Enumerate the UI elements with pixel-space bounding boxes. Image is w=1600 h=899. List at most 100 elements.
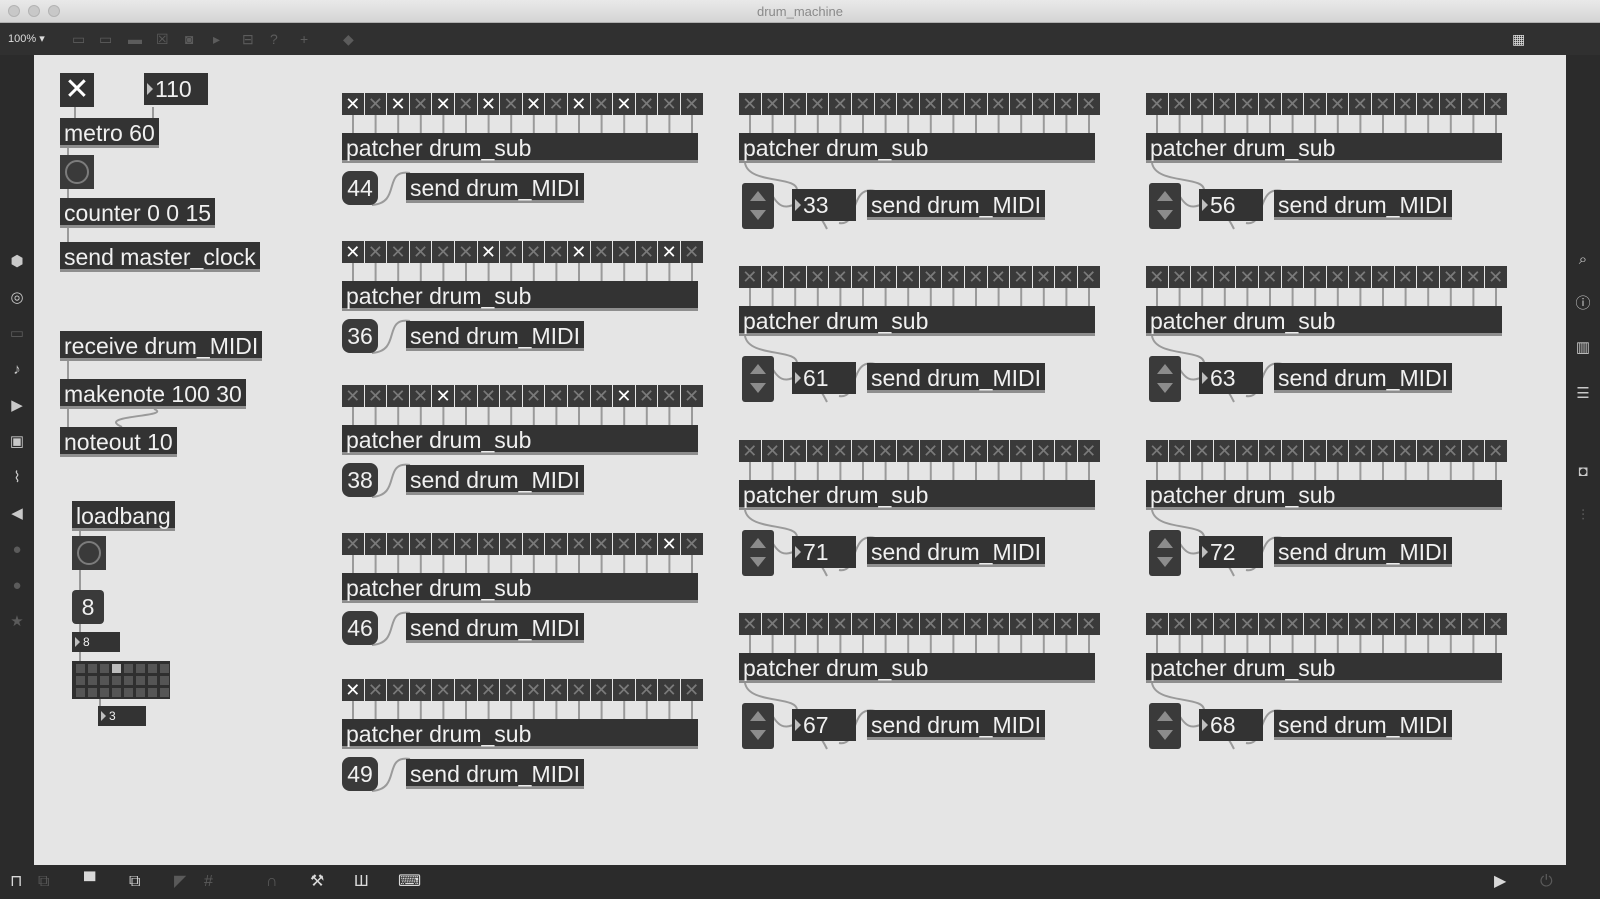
lock-icon[interactable]: ⊓	[10, 873, 22, 891]
step-toggle[interactable]: ✕	[500, 241, 522, 263]
patcher-drum-sub-object[interactable]: patcher drum_sub	[739, 480, 1095, 510]
note-stepper[interactable]	[742, 356, 774, 402]
step-toggle[interactable]: ✕	[1394, 93, 1417, 115]
step-toggle[interactable]: ✕	[1168, 266, 1191, 288]
step-toggle[interactable]: ✕	[1191, 613, 1213, 635]
number-icon[interactable]: ▸	[213, 32, 220, 46]
step-toggle[interactable]: ✕	[635, 679, 658, 701]
step-toggle[interactable]: ✕	[739, 266, 761, 288]
add-icon[interactable]: +	[300, 32, 308, 46]
matrix-cell[interactable]	[112, 688, 121, 697]
step-toggle[interactable]: ✕	[874, 93, 897, 115]
object-icon[interactable]: ▭	[99, 32, 112, 46]
step-toggle[interactable]: ✕	[851, 93, 874, 115]
step-toggle[interactable]: ✕	[1394, 440, 1417, 462]
step-toggle[interactable]: ✕	[919, 613, 942, 635]
matrix-cell[interactable]	[100, 664, 109, 673]
step-toggle[interactable]: ✕	[500, 679, 522, 701]
patcher-drum-sub-object[interactable]: patcher drum_sub	[1146, 306, 1502, 336]
step-toggle[interactable]: ✕	[545, 533, 567, 555]
step-toggle[interactable]: ✕	[1281, 440, 1304, 462]
matrix-cell[interactable]	[148, 664, 157, 673]
send-drum-midi-object[interactable]: send drum_MIDI	[406, 759, 585, 789]
send-drum-midi-object[interactable]: send drum_MIDI	[1274, 537, 1453, 567]
grid-view-icon[interactable]: ▦	[1512, 32, 1525, 46]
step-toggle[interactable]: ✕	[739, 613, 761, 635]
step-toggle[interactable]: ✕	[919, 266, 942, 288]
info-icon[interactable]: ⓘ	[1574, 295, 1592, 313]
paperclip-icon[interactable]: ⌇	[8, 469, 26, 487]
step-toggle[interactable]: ✕	[1462, 613, 1484, 635]
music-note-icon[interactable]: ♪	[8, 361, 26, 379]
stepper-down-icon[interactable]	[1157, 383, 1173, 393]
step-toggle[interactable]: ✕	[1417, 266, 1439, 288]
step-toggle[interactable]: ✕	[1326, 613, 1349, 635]
step-toggle[interactable]: ✕	[387, 679, 409, 701]
matrix-cell[interactable]	[124, 676, 133, 685]
target-icon[interactable]: ◎	[8, 289, 26, 307]
step-toggle[interactable]: ✕	[1326, 440, 1349, 462]
step-toggle[interactable]: ✕	[784, 266, 806, 288]
step-toggle[interactable]: ✕	[342, 533, 364, 555]
step-toggle[interactable]: ✕	[1326, 93, 1349, 115]
step-toggle[interactable]: ✕	[1258, 266, 1281, 288]
step-toggle[interactable]: ✕	[1304, 440, 1326, 462]
step-toggle[interactable]: ✕	[851, 440, 874, 462]
step-toggle[interactable]: ✕	[658, 93, 680, 115]
step-toggle[interactable]: ✕	[387, 385, 409, 407]
metro-object[interactable]: metro 60	[60, 118, 159, 148]
step-toggle[interactable]: ✕	[874, 266, 897, 288]
plug-icon[interactable]: ◀	[8, 505, 26, 523]
step-toggle[interactable]: ✕	[1439, 266, 1462, 288]
step-toggle[interactable]: ✕	[1304, 613, 1326, 635]
patcher-drum-sub-object[interactable]: patcher drum_sub	[342, 425, 698, 455]
camera-icon[interactable]: ◘	[1574, 463, 1592, 481]
note-stepper[interactable]	[1149, 183, 1181, 229]
matrix-cell[interactable]	[100, 676, 109, 685]
step-toggle[interactable]: ✕	[432, 679, 454, 701]
stepper-down-icon[interactable]	[750, 557, 766, 567]
list-icon[interactable]: ☰	[1574, 385, 1592, 403]
stepper-down-icon[interactable]	[750, 383, 766, 393]
step-toggle[interactable]: ✕	[454, 385, 477, 407]
step-toggle[interactable]: ✕	[1213, 440, 1236, 462]
step-toggle[interactable]: ✕	[1349, 93, 1371, 115]
step-toggle[interactable]: ✕	[342, 385, 364, 407]
step-toggle[interactable]: ✕	[1055, 440, 1077, 462]
star-icon[interactable]: ★	[8, 613, 26, 631]
step-toggle[interactable]: ✕	[1349, 440, 1371, 462]
step-toggle[interactable]: ✕	[1213, 93, 1236, 115]
stepper-up-icon[interactable]	[1157, 538, 1173, 548]
matrix-cell[interactable]	[88, 688, 97, 697]
step-toggle[interactable]: ✕	[761, 613, 784, 635]
matrix-cell[interactable]	[148, 676, 157, 685]
matrix-cell[interactable]	[124, 664, 133, 673]
step-toggle[interactable]: ✕	[387, 533, 409, 555]
step-toggle[interactable]: ✕	[545, 679, 567, 701]
step-toggle[interactable]: ✕	[545, 385, 567, 407]
step-toggle[interactable]: ✕	[545, 93, 567, 115]
step-toggle[interactable]: ✕	[829, 93, 851, 115]
step-toggle[interactable]: ✕	[1146, 266, 1168, 288]
step-toggle[interactable]: ✕	[1417, 93, 1439, 115]
makenote-object[interactable]: makenote 100 30	[60, 379, 246, 409]
step-toggle[interactable]: ✕	[432, 385, 454, 407]
message-icon[interactable]: ⊟	[242, 32, 254, 46]
step-toggle[interactable]: ✕	[613, 679, 635, 701]
step-toggle[interactable]: ✕	[1349, 266, 1371, 288]
step-toggle[interactable]: ✕	[1168, 93, 1191, 115]
step-toggle[interactable]: ✕	[500, 385, 522, 407]
matrix-cell[interactable]	[76, 688, 85, 697]
step-toggle[interactable]: ✕	[1236, 440, 1258, 462]
step-toggle[interactable]: ✕	[567, 93, 590, 115]
presentation-icon[interactable]: ▭	[72, 32, 85, 46]
mixer-icon[interactable]: ⫶	[1574, 507, 1592, 525]
matrix-cell[interactable]	[136, 688, 145, 697]
step-toggle[interactable]: ✕	[829, 266, 851, 288]
step-toggle[interactable]: ✕	[432, 241, 454, 263]
note-number-box[interactable]: 61	[792, 362, 856, 394]
small-number-box[interactable]: 8	[72, 632, 120, 652]
step-toggle[interactable]: ✕	[454, 241, 477, 263]
step-toggle[interactable]: ✕	[1258, 93, 1281, 115]
zoom-select[interactable]: 100% ▾	[8, 32, 45, 45]
